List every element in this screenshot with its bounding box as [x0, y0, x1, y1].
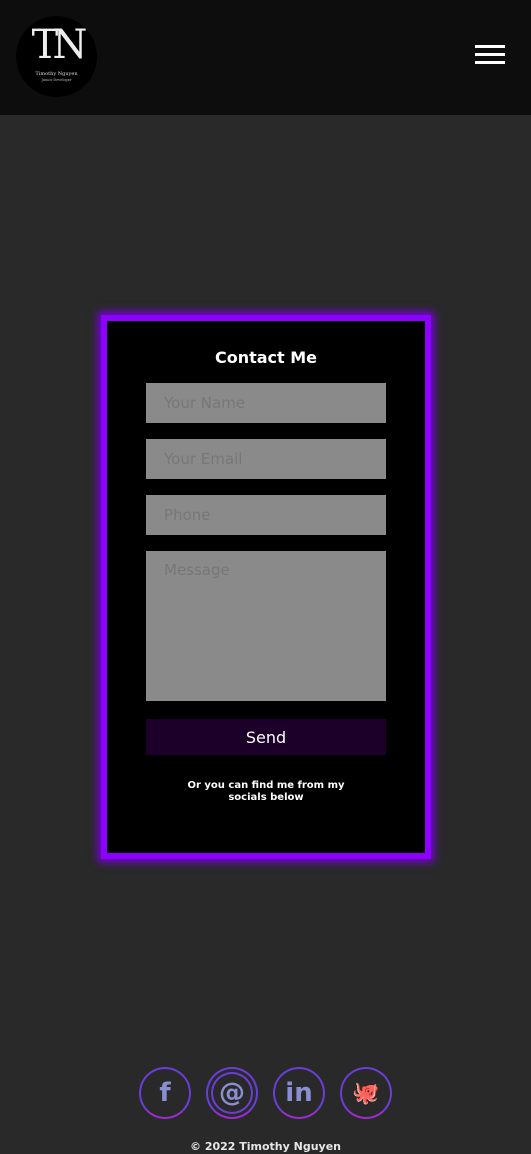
logo-initials: TN — [31, 22, 88, 68]
logo-name: Timothy Nguyen — [35, 71, 78, 77]
github-icon[interactable]: 🐙 — [340, 1067, 392, 1119]
social-links: f @ in 🐙 — [139, 1067, 392, 1119]
hamburger-icon[interactable] — [475, 45, 505, 65]
facebook-icon[interactable]: f — [139, 1067, 191, 1119]
email-input[interactable] — [146, 439, 386, 479]
logo-subtitle: Junior Developer — [41, 78, 72, 82]
socials-note: Or you can find me from my socials below — [187, 780, 345, 803]
header: TN Timothy Nguyen Junior Developer — [0, 0, 531, 115]
linkedin-icon[interactable]: in — [273, 1067, 325, 1119]
form-title: Contact Me — [214, 348, 318, 367]
copyright: © 2022 Timothy Nguyen — [189, 1140, 342, 1153]
contact-form: Contact Me Send Or you can find me from … — [101, 315, 431, 859]
name-input[interactable] — [146, 383, 386, 423]
phone-input[interactable] — [146, 495, 386, 535]
email-icon[interactable]: @ — [206, 1067, 258, 1119]
logo[interactable]: TN Timothy Nguyen Junior Developer — [16, 16, 97, 97]
send-button[interactable]: Send — [146, 719, 386, 755]
message-input[interactable] — [146, 551, 386, 701]
